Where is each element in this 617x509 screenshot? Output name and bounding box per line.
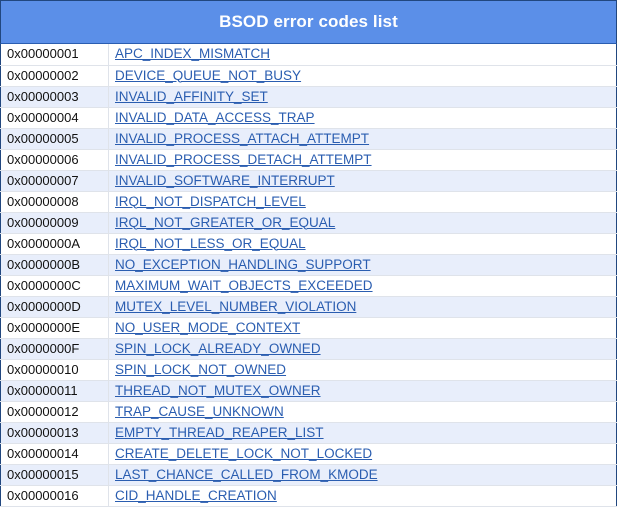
table-row: 0x0000000C MAXIMUM_WAIT_OBJECTS_EXCEEDED [0, 275, 617, 297]
table-row: 0x0000000B NO_EXCEPTION_HANDLING_SUPPORT [0, 254, 617, 276]
error-code-cell: 0x00000002 [0, 65, 109, 87]
error-name-cell: LAST_CHANCE_CALLED_FROM_KMODE [108, 464, 617, 486]
error-name-cell: IRQL_NOT_LESS_OR_EQUAL [108, 233, 617, 255]
page-title-bar: BSOD error codes list [0, 0, 617, 44]
error-name-cell: IRQL_NOT_GREATER_OR_EQUAL [108, 212, 617, 234]
error-name-cell: INVALID_DATA_ACCESS_TRAP [108, 107, 617, 129]
table-row: 0x00000001 APC_INDEX_MISMATCH [0, 44, 617, 66]
error-name-cell: EMPTY_THREAD_REAPER_LIST [108, 422, 617, 444]
table-row: 0x00000012 TRAP_CAUSE_UNKNOWN [0, 401, 617, 423]
error-code-cell: 0x00000015 [0, 464, 109, 486]
table-row: 0x00000009 IRQL_NOT_GREATER_OR_EQUAL [0, 212, 617, 234]
error-code-cell: 0x00000013 [0, 422, 109, 444]
error-name-cell: INVALID_PROCESS_ATTACH_ATTEMPT [108, 128, 617, 150]
error-name-cell: SPIN_LOCK_ALREADY_OWNED [108, 338, 617, 360]
table-row: 0x00000006 INVALID_PROCESS_DETACH_ATTEMPT [0, 149, 617, 171]
error-name-cell: SPIN_LOCK_NOT_OWNED [108, 359, 617, 381]
error-name-cell: TRAP_CAUSE_UNKNOWN [108, 401, 617, 423]
error-name-link[interactable]: DEVICE_QUEUE_NOT_BUSY [115, 68, 301, 83]
table-row: 0x00000015 LAST_CHANCE_CALLED_FROM_KMODE [0, 464, 617, 486]
error-code-cell: 0x0000000B [0, 254, 109, 276]
error-name-link[interactable]: SPIN_LOCK_ALREADY_OWNED [115, 341, 321, 356]
table-row: 0x0000000E NO_USER_MODE_CONTEXT [0, 317, 617, 339]
error-name-cell: NO_USER_MODE_CONTEXT [108, 317, 617, 339]
table-row: 0x00000014 CREATE_DELETE_LOCK_NOT_LOCKED [0, 443, 617, 465]
error-name-link[interactable]: TRAP_CAUSE_UNKNOWN [115, 404, 284, 419]
error-code-cell: 0x00000005 [0, 128, 109, 150]
error-code-cell: 0x00000016 [0, 485, 109, 507]
error-name-cell: APC_INDEX_MISMATCH [108, 44, 617, 66]
error-name-link[interactable]: MUTEX_LEVEL_NUMBER_VIOLATION [115, 299, 356, 314]
error-code-cell: 0x0000000A [0, 233, 109, 255]
table-row: 0x00000016 CID_HANDLE_CREATION [0, 485, 617, 507]
error-name-link[interactable]: IRQL_NOT_GREATER_OR_EQUAL [115, 215, 335, 230]
error-name-cell: INVALID_PROCESS_DETACH_ATTEMPT [108, 149, 617, 171]
error-name-link[interactable]: IRQL_NOT_LESS_OR_EQUAL [115, 236, 306, 251]
error-name-link[interactable]: CREATE_DELETE_LOCK_NOT_LOCKED [115, 446, 372, 461]
error-code-cell: 0x00000001 [0, 44, 109, 66]
error-name-cell: MAXIMUM_WAIT_OBJECTS_EXCEEDED [108, 275, 617, 297]
error-name-link[interactable]: INVALID_SOFTWARE_INTERRUPT [115, 173, 335, 188]
bsod-error-codes-table: 0x00000001 APC_INDEX_MISMATCH 0x00000002 DE… [0, 44, 617, 507]
error-name-link[interactable]: IRQL_NOT_DISPATCH_LEVEL [115, 194, 306, 209]
error-name-link[interactable]: THREAD_NOT_MUTEX_OWNER [115, 383, 321, 398]
error-name-link[interactable]: INVALID_DATA_ACCESS_TRAP [115, 110, 315, 125]
error-name-link[interactable]: CID_HANDLE_CREATION [115, 488, 277, 503]
table-row: 0x00000010 SPIN_LOCK_NOT_OWNED [0, 359, 617, 381]
error-name-cell: IRQL_NOT_DISPATCH_LEVEL [108, 191, 617, 213]
error-code-cell: 0x00000011 [0, 380, 109, 402]
table-row: 0x00000003 INVALID_AFFINITY_SET [0, 86, 617, 108]
error-name-cell: INVALID_SOFTWARE_INTERRUPT [108, 170, 617, 192]
error-code-cell: 0x00000004 [0, 107, 109, 129]
error-code-cell: 0x00000007 [0, 170, 109, 192]
error-name-link[interactable]: LAST_CHANCE_CALLED_FROM_KMODE [115, 467, 378, 482]
table-row: 0x00000008 IRQL_NOT_DISPATCH_LEVEL [0, 191, 617, 213]
error-code-cell: 0x00000006 [0, 149, 109, 171]
error-name-cell: DEVICE_QUEUE_NOT_BUSY [108, 65, 617, 87]
error-name-link[interactable]: NO_USER_MODE_CONTEXT [115, 320, 300, 335]
error-name-cell: CREATE_DELETE_LOCK_NOT_LOCKED [108, 443, 617, 465]
error-name-link[interactable]: INVALID_AFFINITY_SET [115, 89, 268, 104]
error-code-cell: 0x00000014 [0, 443, 109, 465]
bsod-error-codes-page: BSOD error codes list 0x00000001 APC_INDE… [0, 0, 617, 509]
error-name-cell: INVALID_AFFINITY_SET [108, 86, 617, 108]
error-name-cell: THREAD_NOT_MUTEX_OWNER [108, 380, 617, 402]
error-code-cell: 0x00000008 [0, 191, 109, 213]
error-name-link[interactable]: SPIN_LOCK_NOT_OWNED [115, 362, 286, 377]
table-row: 0x00000002 DEVICE_QUEUE_NOT_BUSY [0, 65, 617, 87]
error-code-cell: 0x0000000E [0, 317, 109, 339]
error-name-link[interactable]: MAXIMUM_WAIT_OBJECTS_EXCEEDED [115, 278, 373, 293]
error-code-cell: 0x00000012 [0, 401, 109, 423]
error-name-link[interactable]: INVALID_PROCESS_ATTACH_ATTEMPT [115, 131, 369, 146]
error-code-cell: 0x00000009 [0, 212, 109, 234]
table-row: 0x00000011 THREAD_NOT_MUTEX_OWNER [0, 380, 617, 402]
page-title: BSOD error codes list [219, 12, 398, 31]
error-code-cell: 0x0000000C [0, 275, 109, 297]
table-row: 0x00000005 INVALID_PROCESS_ATTACH_ATTEMPT [0, 128, 617, 150]
error-name-link[interactable]: INVALID_PROCESS_DETACH_ATTEMPT [115, 152, 372, 167]
table-row: 0x0000000F SPIN_LOCK_ALREADY_OWNED [0, 338, 617, 360]
table-row: 0x00000013 EMPTY_THREAD_REAPER_LIST [0, 422, 617, 444]
error-name-cell: CID_HANDLE_CREATION [108, 485, 617, 507]
error-name-link[interactable]: EMPTY_THREAD_REAPER_LIST [115, 425, 324, 440]
error-code-cell: 0x00000010 [0, 359, 109, 381]
error-code-cell: 0x00000003 [0, 86, 109, 108]
table-row: 0x0000000D MUTEX_LEVEL_NUMBER_VIOLATION [0, 296, 617, 318]
error-name-cell: MUTEX_LEVEL_NUMBER_VIOLATION [108, 296, 617, 318]
table-row: 0x00000007 INVALID_SOFTWARE_INTERRUPT [0, 170, 617, 192]
error-name-cell: NO_EXCEPTION_HANDLING_SUPPORT [108, 254, 617, 276]
table-row: 0x00000004 INVALID_DATA_ACCESS_TRAP [0, 107, 617, 129]
error-name-link[interactable]: NO_EXCEPTION_HANDLING_SUPPORT [115, 257, 371, 272]
table-body: 0x00000001 APC_INDEX_MISMATCH 0x00000002 DE… [0, 44, 617, 507]
error-name-link[interactable]: APC_INDEX_MISMATCH [115, 46, 270, 61]
table-row: 0x0000000A IRQL_NOT_LESS_OR_EQUAL [0, 233, 617, 255]
error-code-cell: 0x0000000F [0, 338, 109, 360]
error-code-cell: 0x0000000D [0, 296, 109, 318]
